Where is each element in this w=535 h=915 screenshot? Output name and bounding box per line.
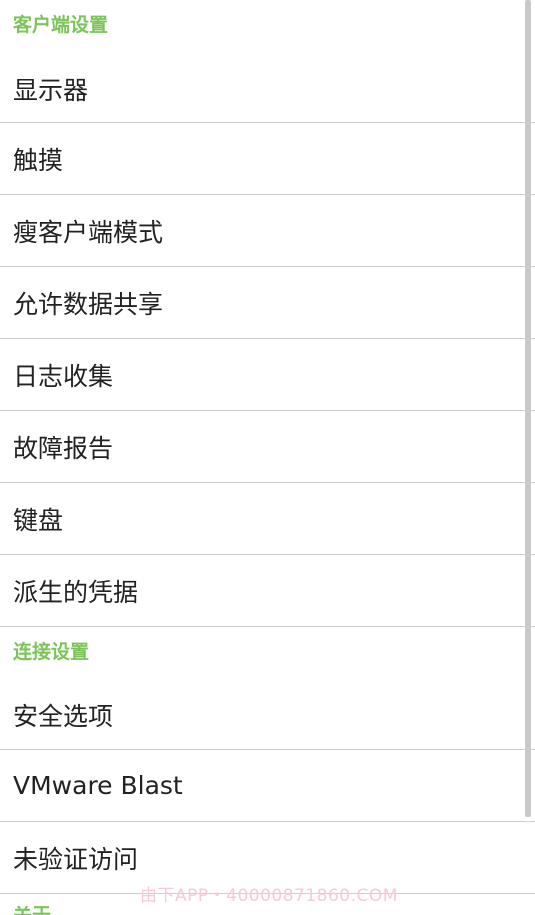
settings-item-touch[interactable]: 触摸 — [0, 123, 535, 195]
settings-item-security-options[interactable]: 安全选项 — [0, 673, 535, 750]
settings-item-keyboard[interactable]: 键盘 — [0, 483, 535, 555]
settings-item-label: 派生的凭据 — [13, 577, 139, 607]
section-header-client-settings: 客户端设置 — [13, 14, 109, 36]
settings-item-thin-client-mode[interactable]: 瘦客户端模式 — [0, 195, 535, 267]
settings-item-label: 日志收集 — [13, 361, 114, 391]
settings-item-label: 瘦客户端模式 — [13, 217, 164, 247]
settings-item-display[interactable]: 显示器 — [0, 47, 535, 123]
settings-item-label: 故障报告 — [13, 433, 114, 463]
settings-item-vmware-blast[interactable]: VMware Blast — [0, 750, 535, 822]
settings-item-label: VMware Blast — [13, 771, 183, 800]
settings-item-log-collection[interactable]: 日志收集 — [0, 339, 535, 411]
settings-item-derived-credentials[interactable]: 派生的凭据 — [0, 555, 535, 627]
settings-item-allow-data-sharing[interactable]: 允许数据共享 — [0, 267, 535, 339]
section-header-about-partial: 关于 — [13, 906, 51, 915]
settings-item-label: 显示器 — [13, 76, 89, 105]
settings-item-label: 允许数据共享 — [13, 289, 164, 319]
settings-screen: 客户端设置 显示器 触摸 瘦客户端模式 允许数据共享 日志收集 故障报告 键盘 … — [0, 0, 535, 915]
settings-item-label: 键盘 — [13, 505, 64, 535]
settings-item-label: 安全选项 — [13, 702, 114, 731]
settings-item-crash-report[interactable]: 故障报告 — [0, 411, 535, 483]
settings-item-label: 未验证访问 — [13, 844, 139, 874]
watermark-text: 由下APP・40000871860.COM — [140, 886, 398, 906]
settings-item-label: 触摸 — [13, 145, 64, 175]
vertical-scrollbar[interactable] — [525, 0, 531, 817]
section-header-connection-settings: 连接设置 — [13, 641, 90, 663]
